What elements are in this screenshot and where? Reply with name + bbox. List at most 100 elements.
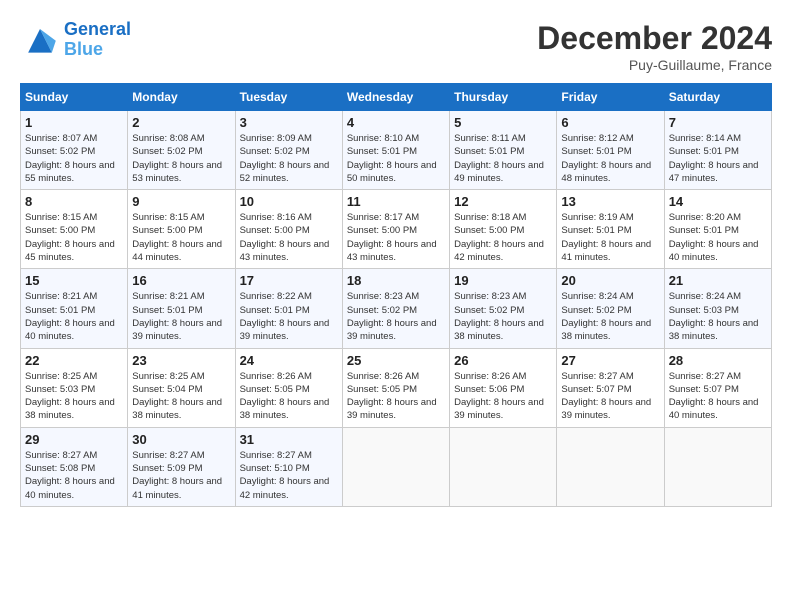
calendar-week-2: 8 Sunrise: 8:15 AMSunset: 5:00 PMDaylight… bbox=[21, 190, 772, 269]
calendar-day-9: 9 Sunrise: 8:15 AMSunset: 5:00 PMDaylight… bbox=[128, 190, 235, 269]
day-info: Sunrise: 8:20 AMSunset: 5:01 PMDaylight:… bbox=[669, 211, 767, 264]
calendar-day-24: 24Sunrise: 8:26 AMSunset: 5:05 PMDayligh… bbox=[235, 348, 342, 427]
weekday-header-sunday: Sunday bbox=[21, 84, 128, 111]
day-info: Sunrise: 8:19 AMSunset: 5:01 PMDaylight:… bbox=[561, 211, 659, 264]
calendar-day-27: 27 Sunrise: 8:27 AMSunset: 5:07 PMDayligh… bbox=[557, 348, 664, 427]
weekday-header-saturday: Saturday bbox=[664, 84, 771, 111]
calendar-week-4: 22 Sunrise: 8:25 AMSunset: 5:03 PMDayligh… bbox=[21, 348, 772, 427]
day-number: 6 bbox=[561, 115, 659, 130]
day-number: 29 bbox=[25, 432, 123, 447]
weekday-header-friday: Friday bbox=[557, 84, 664, 111]
weekday-header-wednesday: Wednesday bbox=[342, 84, 449, 111]
day-number: 28 bbox=[669, 353, 767, 368]
page-header: General Blue December 2024 Puy-Guillaume… bbox=[20, 20, 772, 73]
calendar-day-31: 31Sunrise: 8:27 AMSunset: 5:10 PMDayligh… bbox=[235, 427, 342, 506]
day-info: Sunrise: 8:15 AMSunset: 5:00 PMDaylight:… bbox=[132, 211, 230, 264]
day-info: Sunrise: 8:25 AMSunset: 5:03 PMDaylight:… bbox=[25, 370, 123, 423]
day-info: Sunrise: 8:17 AMSunset: 5:00 PMDaylight:… bbox=[347, 211, 445, 264]
day-number: 1 bbox=[25, 115, 123, 130]
calendar-day-8: 8Sunrise: 8:15 AMSunset: 5:00 PMDaylight… bbox=[21, 190, 128, 269]
day-info: Sunrise: 8:21 AMSunset: 5:01 PMDaylight:… bbox=[25, 290, 123, 343]
day-number: 14 bbox=[669, 194, 767, 209]
empty-day bbox=[450, 427, 557, 506]
day-info: Sunrise: 8:10 AMSunset: 5:01 PMDaylight:… bbox=[347, 132, 445, 185]
day-info: Sunrise: 8:16 AMSunset: 5:00 PMDaylight:… bbox=[240, 211, 338, 264]
weekday-header-thursday: Thursday bbox=[450, 84, 557, 111]
calendar-day-13: 13 Sunrise: 8:19 AMSunset: 5:01 PMDayligh… bbox=[557, 190, 664, 269]
day-info: Sunrise: 8:08 AMSunset: 5:02 PMDaylight:… bbox=[132, 132, 230, 185]
calendar-day-10: 10 Sunrise: 8:16 AMSunset: 5:00 PMDayligh… bbox=[235, 190, 342, 269]
day-info: Sunrise: 8:18 AMSunset: 5:00 PMDaylight:… bbox=[454, 211, 552, 264]
day-number: 11 bbox=[347, 194, 445, 209]
day-info: Sunrise: 8:21 AMSunset: 5:01 PMDaylight:… bbox=[132, 290, 230, 343]
location-subtitle: Puy-Guillaume, France bbox=[537, 57, 772, 73]
day-info: Sunrise: 8:27 AMSunset: 5:08 PMDaylight:… bbox=[25, 449, 123, 502]
calendar-day-15: 15 Sunrise: 8:21 AMSunset: 5:01 PMDayligh… bbox=[21, 269, 128, 348]
day-number: 4 bbox=[347, 115, 445, 130]
empty-day bbox=[664, 427, 771, 506]
day-number: 23 bbox=[132, 353, 230, 368]
calendar-table: SundayMondayTuesdayWednesdayThursdayFrid… bbox=[20, 83, 772, 507]
day-number: 5 bbox=[454, 115, 552, 130]
day-number: 27 bbox=[561, 353, 659, 368]
calendar-day-30: 30Sunrise: 8:27 AMSunset: 5:09 PMDayligh… bbox=[128, 427, 235, 506]
day-info: Sunrise: 8:27 AMSunset: 5:07 PMDaylight:… bbox=[561, 370, 659, 423]
calendar-day-25: 25 Sunrise: 8:26 AMSunset: 5:05 PMDayligh… bbox=[342, 348, 449, 427]
day-number: 8 bbox=[25, 194, 123, 209]
day-info: Sunrise: 8:14 AMSunset: 5:01 PMDaylight:… bbox=[669, 132, 767, 185]
calendar-week-1: 1 Sunrise: 8:07 AMSunset: 5:02 PMDaylight… bbox=[21, 111, 772, 190]
calendar-day-14: 14 Sunrise: 8:20 AMSunset: 5:01 PMDayligh… bbox=[664, 190, 771, 269]
calendar-day-20: 20Sunrise: 8:24 AMSunset: 5:02 PMDayligh… bbox=[557, 269, 664, 348]
day-number: 10 bbox=[240, 194, 338, 209]
calendar-day-3: 3Sunrise: 8:09 AMSunset: 5:02 PMDaylight… bbox=[235, 111, 342, 190]
day-number: 3 bbox=[240, 115, 338, 130]
empty-day bbox=[342, 427, 449, 506]
day-number: 22 bbox=[25, 353, 123, 368]
calendar-day-23: 23 Sunrise: 8:25 AMSunset: 5:04 PMDayligh… bbox=[128, 348, 235, 427]
calendar-week-5: 29 Sunrise: 8:27 AMSunset: 5:08 PMDayligh… bbox=[21, 427, 772, 506]
day-info: Sunrise: 8:27 AMSunset: 5:09 PMDaylight:… bbox=[132, 449, 230, 502]
day-number: 16 bbox=[132, 273, 230, 288]
day-number: 31 bbox=[240, 432, 338, 447]
weekday-header-tuesday: Tuesday bbox=[235, 84, 342, 111]
title-block: December 2024 Puy-Guillaume, France bbox=[537, 20, 772, 73]
calendar-day-17: 17Sunrise: 8:22 AMSunset: 5:01 PMDayligh… bbox=[235, 269, 342, 348]
calendar-day-6: 6 Sunrise: 8:12 AMSunset: 5:01 PMDaylight… bbox=[557, 111, 664, 190]
day-info: Sunrise: 8:26 AMSunset: 5:05 PMDaylight:… bbox=[240, 370, 338, 423]
calendar-day-21: 21Sunrise: 8:24 AMSunset: 5:03 PMDayligh… bbox=[664, 269, 771, 348]
day-number: 17 bbox=[240, 273, 338, 288]
day-info: Sunrise: 8:27 AMSunset: 5:07 PMDaylight:… bbox=[669, 370, 767, 423]
calendar-day-2: 2Sunrise: 8:08 AMSunset: 5:02 PMDaylight… bbox=[128, 111, 235, 190]
day-info: Sunrise: 8:07 AMSunset: 5:02 PMDaylight:… bbox=[25, 132, 123, 185]
day-number: 15 bbox=[25, 273, 123, 288]
calendar-day-26: 26Sunrise: 8:26 AMSunset: 5:06 PMDayligh… bbox=[450, 348, 557, 427]
day-number: 9 bbox=[132, 194, 230, 209]
calendar-week-3: 15 Sunrise: 8:21 AMSunset: 5:01 PMDayligh… bbox=[21, 269, 772, 348]
day-number: 13 bbox=[561, 194, 659, 209]
day-info: Sunrise: 8:23 AMSunset: 5:02 PMDaylight:… bbox=[347, 290, 445, 343]
calendar-day-18: 18Sunrise: 8:23 AMSunset: 5:02 PMDayligh… bbox=[342, 269, 449, 348]
calendar-day-12: 12 Sunrise: 8:18 AMSunset: 5:00 PMDayligh… bbox=[450, 190, 557, 269]
day-info: Sunrise: 8:26 AMSunset: 5:05 PMDaylight:… bbox=[347, 370, 445, 423]
logo-text: General Blue bbox=[64, 20, 131, 60]
calendar-day-1: 1 Sunrise: 8:07 AMSunset: 5:02 PMDaylight… bbox=[21, 111, 128, 190]
logo: General Blue bbox=[20, 20, 131, 60]
calendar-day-7: 7 Sunrise: 8:14 AMSunset: 5:01 PMDaylight… bbox=[664, 111, 771, 190]
calendar-day-11: 11 Sunrise: 8:17 AMSunset: 5:00 PMDayligh… bbox=[342, 190, 449, 269]
day-info: Sunrise: 8:25 AMSunset: 5:04 PMDaylight:… bbox=[132, 370, 230, 423]
calendar-day-16: 16 Sunrise: 8:21 AMSunset: 5:01 PMDayligh… bbox=[128, 269, 235, 348]
day-info: Sunrise: 8:26 AMSunset: 5:06 PMDaylight:… bbox=[454, 370, 552, 423]
day-number: 20 bbox=[561, 273, 659, 288]
day-number: 25 bbox=[347, 353, 445, 368]
day-number: 7 bbox=[669, 115, 767, 130]
month-title: December 2024 bbox=[537, 20, 772, 57]
calendar-day-4: 4 Sunrise: 8:10 AMSunset: 5:01 PMDaylight… bbox=[342, 111, 449, 190]
day-number: 12 bbox=[454, 194, 552, 209]
day-info: Sunrise: 8:11 AMSunset: 5:01 PMDaylight:… bbox=[454, 132, 552, 185]
day-info: Sunrise: 8:24 AMSunset: 5:03 PMDaylight:… bbox=[669, 290, 767, 343]
calendar-header: SundayMondayTuesdayWednesdayThursdayFrid… bbox=[21, 84, 772, 111]
calendar-day-22: 22 Sunrise: 8:25 AMSunset: 5:03 PMDayligh… bbox=[21, 348, 128, 427]
day-info: Sunrise: 8:12 AMSunset: 5:01 PMDaylight:… bbox=[561, 132, 659, 185]
calendar-day-5: 5 Sunrise: 8:11 AMSunset: 5:01 PMDaylight… bbox=[450, 111, 557, 190]
weekday-header-monday: Monday bbox=[128, 84, 235, 111]
